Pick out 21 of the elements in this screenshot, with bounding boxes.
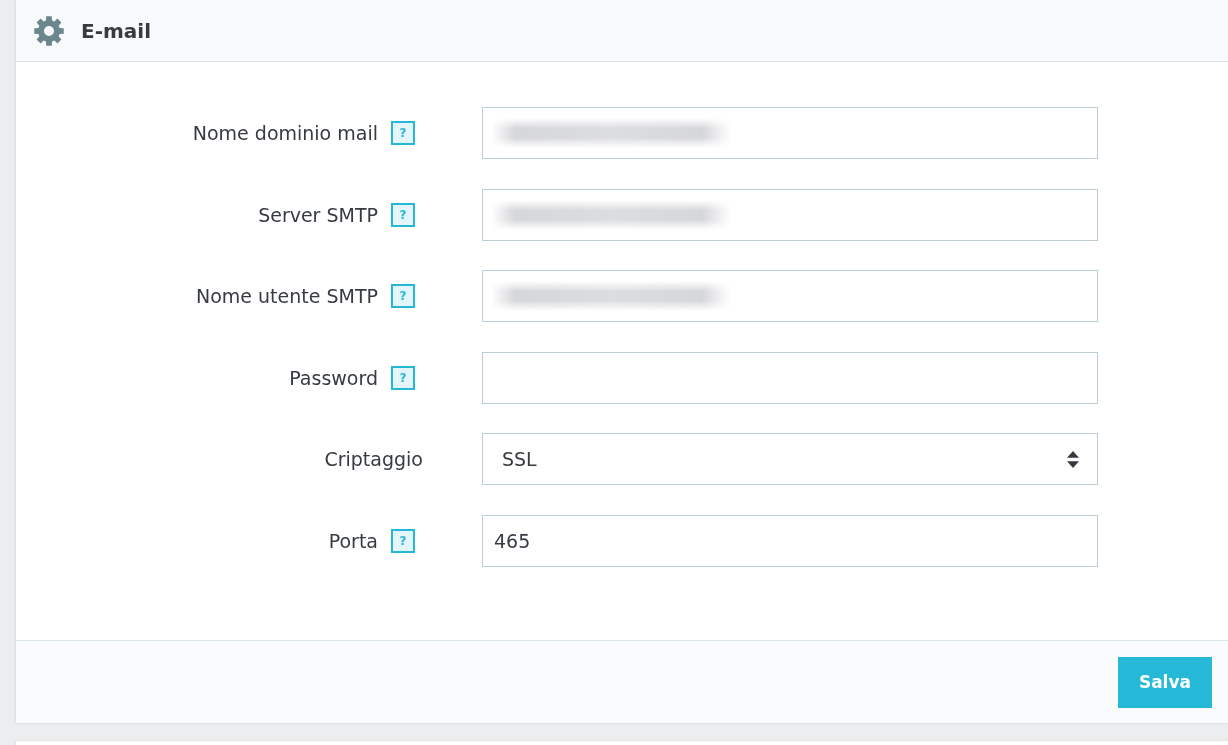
help-icon[interactable]: ? bbox=[391, 365, 415, 390]
help-icon[interactable]: ? bbox=[391, 121, 415, 145]
field-label: Password bbox=[289, 366, 378, 389]
field-label: Server SMTP bbox=[258, 203, 378, 226]
panel-title: E-mail bbox=[81, 18, 151, 43]
help-icon[interactable]: ? bbox=[391, 528, 415, 553]
help-icon[interactable]: ? bbox=[391, 202, 415, 227]
field-label: Nome dominio mail bbox=[192, 122, 378, 144]
input-field[interactable] bbox=[482, 188, 1098, 241]
sort-arrows-icon bbox=[1067, 450, 1079, 468]
field-label: Nome utente SMTP bbox=[196, 285, 378, 307]
input-field[interactable] bbox=[482, 107, 1098, 159]
field-label: Porta bbox=[328, 529, 378, 552]
save-button[interactable]: Salva bbox=[1117, 656, 1212, 708]
input-field[interactable]: 465 bbox=[482, 514, 1098, 567]
field-label: Criptaggio bbox=[324, 448, 423, 470]
help-icon[interactable]: ? bbox=[391, 284, 415, 308]
input-field[interactable] bbox=[482, 351, 1098, 404]
select-field[interactable]: SSL bbox=[482, 433, 1098, 485]
gear-icon bbox=[34, 15, 64, 46]
input-field[interactable] bbox=[482, 270, 1098, 322]
